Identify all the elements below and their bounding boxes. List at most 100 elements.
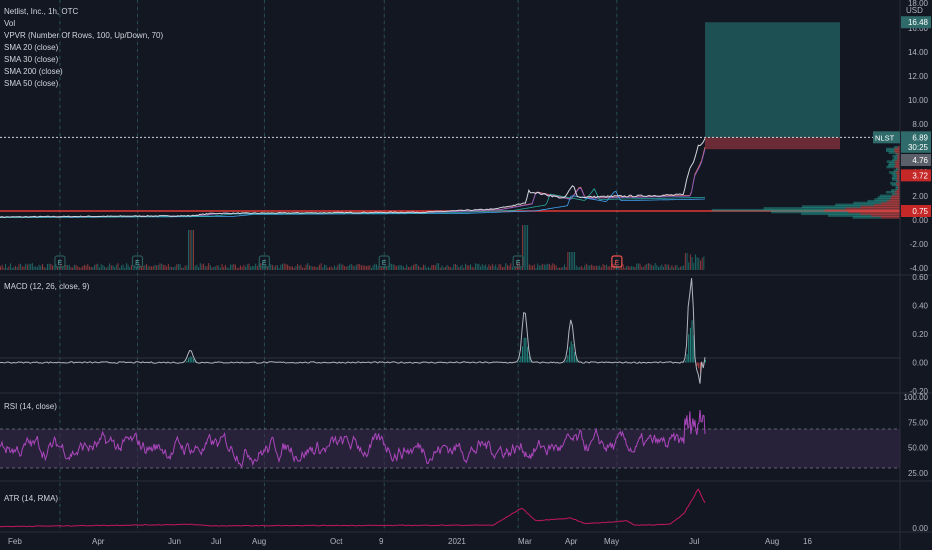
macd-bar: [696, 362, 698, 366]
time-tick: Oct: [330, 537, 343, 546]
volume-bar: [599, 265, 601, 270]
volume-bar: [557, 267, 559, 270]
volume-bar: [666, 264, 668, 270]
volume-bar: [99, 267, 101, 270]
time-tick: 9: [379, 537, 384, 546]
volume-bar: [347, 265, 349, 270]
volume-bar: [355, 264, 357, 270]
volume-bar: [130, 265, 132, 270]
volume-bar: [235, 264, 236, 270]
volume-bar: [565, 266, 567, 270]
volume-bar: [555, 265, 557, 270]
volume-bar: [533, 264, 535, 270]
volume-bar: [454, 263, 456, 270]
volume-bar: [530, 265, 532, 270]
volume-bar: [172, 267, 174, 270]
volume-bar: [174, 266, 176, 270]
volume-bar: [127, 264, 129, 270]
volume-bar: [87, 263, 89, 270]
volume-bar: [38, 264, 40, 270]
volume-bar: [13, 266, 15, 270]
volume-bar: [448, 266, 450, 270]
volume-bar: [446, 264, 448, 270]
target-zone[interactable]: [705, 22, 840, 138]
macd-legend[interactable]: MACD (12, 26, close, 9): [4, 282, 90, 291]
volume-bar: [229, 264, 231, 270]
volume-bar: [33, 266, 35, 270]
volume-bar: [77, 266, 79, 270]
volume-bar: [342, 264, 344, 270]
volume-bar: [673, 267, 675, 270]
volume-bar: [243, 264, 245, 270]
volume-bar: [547, 263, 549, 270]
volume-bar: [668, 264, 670, 270]
volume-bar: [318, 264, 320, 270]
volume-bar: [1, 264, 3, 270]
earnings-label: E: [262, 260, 267, 267]
legend-sma50[interactable]: SMA 50 (close): [4, 79, 59, 88]
volume-bar: [609, 265, 611, 270]
macd-bar: [193, 359, 195, 363]
volume-bar: [387, 267, 389, 270]
macd-bar: [527, 346, 529, 363]
volume-bar: [429, 267, 431, 270]
chart-title[interactable]: Netlist, Inc., 1h, OTC: [4, 7, 78, 16]
macd-bar: [528, 356, 530, 363]
legend-vpvr[interactable]: VPVR (Number Of Rows, 100, Up/Down, 70): [4, 31, 164, 40]
chart-canvas[interactable]: E E E E E E Netlist, Inc., 1h, OTC Vol VPVR (…: [0, 0, 932, 550]
volume-bar: [683, 265, 685, 270]
legend-vol[interactable]: Vol: [4, 19, 15, 28]
volume-bar: [11, 267, 13, 270]
volume-bar: [476, 263, 478, 270]
volume-bar: [238, 267, 240, 270]
volume-bar: [401, 265, 403, 270]
atr-axis[interactable]: 0.00: [912, 524, 928, 533]
volume-bar: [152, 266, 154, 270]
time-tick: 2021: [448, 537, 466, 546]
volume-bar: [463, 267, 465, 270]
volume-bar: [226, 267, 228, 270]
volume-bar: [45, 267, 47, 270]
volume-bar: [72, 267, 74, 270]
volume-bar: [592, 265, 594, 270]
macd-bar: [691, 320, 693, 363]
volume-bar: [85, 265, 87, 270]
atr-legend[interactable]: ATR (14, RMA): [4, 494, 58, 503]
volume-bar: [585, 263, 587, 270]
legend-sma20[interactable]: SMA 20 (close): [4, 43, 59, 52]
volume-bar: [161, 263, 163, 270]
volume-bar: [282, 263, 283, 270]
volume-bar: [211, 267, 213, 270]
volume-bar: [245, 266, 247, 270]
volume-bar: [528, 264, 530, 270]
legend-sma30[interactable]: SMA 30 (close): [4, 55, 59, 64]
volume-bar: [313, 266, 315, 270]
volume-bar: [154, 264, 156, 270]
volume-bar: [47, 263, 48, 270]
volume-bar: [642, 266, 644, 270]
volume-bar: [542, 263, 544, 270]
volume-bar: [159, 263, 161, 270]
volume-bar: [248, 263, 250, 270]
stop-zone[interactable]: [705, 137, 840, 150]
volume-bar: [80, 267, 82, 270]
price-tick: 10.00: [908, 96, 929, 105]
volume-bar: [297, 263, 299, 270]
legend-sma200[interactable]: SMA 200 (close): [4, 67, 63, 76]
volume-bar: [562, 267, 564, 270]
time-tick: 16: [803, 537, 812, 546]
macd-bar: [186, 360, 188, 363]
rsi-legend[interactable]: RSI (14, close): [4, 402, 57, 411]
volume-bar: [382, 267, 384, 270]
macd-bar: [191, 356, 193, 363]
volume-bar: [651, 264, 653, 270]
volume-bar: [125, 263, 127, 270]
volume-bar: [329, 267, 330, 270]
volume-bar: [288, 265, 290, 270]
macd-tick: 0.00: [912, 359, 928, 368]
price-label-value: 3.72: [912, 171, 928, 180]
volume-bar: [357, 263, 359, 270]
volume-bar: [491, 263, 493, 270]
volume-bar: [117, 263, 119, 270]
volume-bar: [15, 265, 17, 270]
